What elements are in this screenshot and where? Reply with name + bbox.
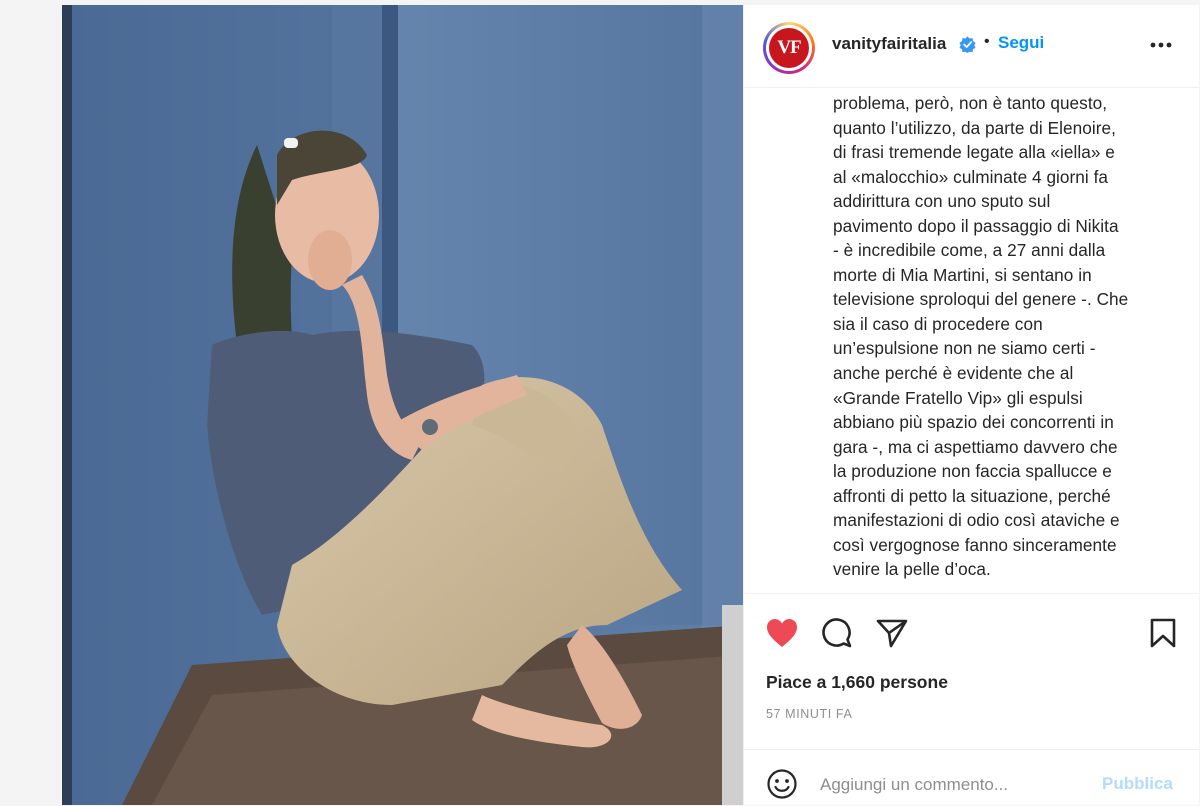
avatar-logo: VF — [769, 28, 809, 68]
caption-line: manifestazioni di odio così ataviche e — [833, 510, 1120, 531]
separator-dot: • — [984, 33, 990, 50]
avatar-ring: VF — [766, 25, 812, 71]
caption-line: pavimento dopo il passaggio di Nikita — [833, 215, 1119, 236]
comment-bar: Pubblica — [744, 749, 1199, 806]
caption-line: abbiano più spazio dei concorrenti in — [833, 412, 1114, 433]
caption-line: «Grande Fratello Vip» gli espulsi — [833, 387, 1083, 408]
verified-badge-icon — [959, 36, 976, 53]
username[interactable]: vanityfairitalia — [832, 34, 946, 54]
comment-icon[interactable] — [821, 617, 853, 649]
caption-line: venire la pelle d’oca. — [833, 559, 991, 580]
caption-line: addirittura con uno sputo sul — [833, 191, 1051, 212]
post-timestamp[interactable]: 57 MINUTI FA — [766, 707, 852, 721]
action-bar — [744, 593, 1199, 653]
follow-button[interactable]: Segui — [998, 33, 1044, 53]
caption-line: di frasi tremende legate alla «iella» e — [833, 142, 1115, 163]
caption-line: la produzione non faccia spallucce e — [833, 461, 1112, 482]
post-header: VF vanityfairitalia • Segui — [744, 5, 1199, 88]
caption-line: gara -, ma ci aspettiamo davvero che — [833, 436, 1118, 457]
likes-count[interactable]: Piace a 1,660 persone — [766, 672, 948, 693]
caption-line: al «malocchio» culminate 4 giorni fa — [833, 166, 1109, 187]
caption-line: problema, però, non è tanto questo, — [833, 93, 1108, 113]
photo-scene — [62, 5, 743, 805]
post-photo[interactable] — [62, 5, 743, 805]
publish-button[interactable]: Pubblica — [1102, 774, 1173, 794]
caption-line: morte di Mia Martini, si sentano in — [833, 264, 1092, 285]
caption-line: sia il caso di procedere con — [833, 313, 1043, 334]
caption-text: problema, però, non è tanto questo, quan… — [833, 91, 1173, 582]
share-icon[interactable] — [876, 617, 908, 649]
post-side-panel: VF vanityfairitalia • Segui problema, pe… — [743, 5, 1199, 805]
caption-line: - è incredibile come, a 27 anni dalla — [833, 240, 1106, 261]
caption-line: così vergognose fanno sinceramente — [833, 534, 1117, 555]
caption-line: quanto l’utilizzo, da parte di Elenoire, — [833, 117, 1116, 138]
comment-input[interactable] — [820, 773, 1090, 797]
caption-line: televisione sproloqui del genere -. Che — [833, 289, 1129, 310]
bookmark-icon[interactable] — [1149, 617, 1177, 649]
more-options-icon[interactable] — [1148, 35, 1174, 55]
caption-line: affronti di petto la situazione, perché — [833, 485, 1111, 506]
emoji-icon[interactable] — [766, 768, 798, 800]
caption-area[interactable]: problema, però, non è tanto questo, quan… — [744, 88, 1199, 594]
caption-line: anche perché è evidente che al — [833, 363, 1074, 384]
avatar[interactable]: VF — [763, 22, 815, 74]
heart-filled-icon[interactable] — [765, 617, 799, 649]
caption-line: un’espulsione non ne siamo certi - — [833, 338, 1096, 359]
